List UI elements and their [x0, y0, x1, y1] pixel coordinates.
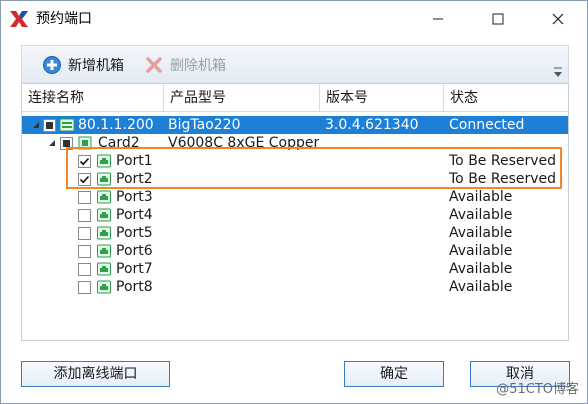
- port-icon: [97, 280, 111, 294]
- port-status: Available: [449, 225, 513, 241]
- port-icon: [97, 262, 111, 276]
- add-circle-icon: [43, 56, 61, 74]
- add-offline-port-button[interactable]: 添加离线端口: [21, 361, 170, 387]
- minimize-icon: [433, 18, 443, 20]
- port-checkbox[interactable]: [78, 281, 91, 294]
- grid-header: 连接名称 产品型号 版本号 状态: [22, 84, 568, 112]
- port-name: Port7: [116, 261, 153, 277]
- port-checkbox[interactable]: [78, 227, 91, 240]
- port-row[interactable]: Port1 To Be Reserved: [22, 152, 568, 170]
- port-name: Port8: [116, 279, 153, 295]
- column-header-product-model[interactable]: 产品型号: [164, 84, 320, 112]
- port-checkbox[interactable]: [78, 191, 91, 204]
- port-row[interactable]: Port3 Available: [22, 188, 568, 206]
- port-status: Available: [449, 189, 513, 205]
- chassis-model: BigTao220: [168, 117, 241, 133]
- add-chassis-label: 新增机箱: [68, 58, 124, 74]
- port-status: Available: [449, 279, 513, 295]
- port-name: Port2: [116, 171, 153, 187]
- port-checkbox[interactable]: [78, 209, 91, 222]
- port-icon: [97, 154, 111, 168]
- card-name: Card2: [98, 135, 140, 151]
- card-model: V6008C 8xGE Copper: [168, 135, 320, 151]
- column-header-status[interactable]: 状态: [444, 84, 568, 112]
- reserve-ports-dialog: 预约端口 新增机箱 删除机箱 连接名称 产品型号 版本号 状态 80.1.1.2…: [0, 0, 588, 404]
- title-bar: 预约端口: [1, 1, 587, 37]
- port-name: Port1: [116, 153, 153, 169]
- card-checkbox[interactable]: [60, 137, 73, 150]
- checkmark-icon: [79, 175, 90, 184]
- chassis-row[interactable]: 80.1.1.200 BigTao220 3.0.4.621340 Connec…: [22, 116, 568, 134]
- toolbar-overflow-icon[interactable]: [553, 66, 563, 80]
- column-header-connection-name[interactable]: 连接名称: [22, 84, 164, 112]
- port-name: Port4: [116, 207, 153, 223]
- port-row[interactable]: Port2 To Be Reserved: [22, 170, 568, 188]
- port-row[interactable]: Port5 Available: [22, 224, 568, 242]
- port-icon: [97, 190, 111, 204]
- card-row[interactable]: Card2 V6008C 8xGE Copper: [22, 134, 568, 152]
- column-header-version[interactable]: 版本号: [320, 84, 444, 112]
- app-logo-icon: [10, 11, 28, 27]
- port-checkbox[interactable]: [78, 263, 91, 276]
- toolbar: 新增机箱 删除机箱: [21, 45, 569, 83]
- window-title: 预约端口: [36, 11, 92, 27]
- port-icon: [97, 208, 111, 222]
- port-status: Available: [449, 243, 513, 259]
- delete-x-icon: [146, 57, 162, 73]
- port-icon: [97, 226, 111, 240]
- watermark: @51CTO博客: [496, 382, 579, 397]
- port-status: Available: [449, 207, 513, 223]
- port-checkbox[interactable]: [78, 173, 91, 186]
- port-icon: [97, 172, 111, 186]
- collapse-arrow-icon[interactable]: [47, 138, 57, 148]
- chassis-icon: [59, 118, 75, 132]
- chassis-name: 80.1.1.200: [78, 117, 154, 133]
- port-checkbox[interactable]: [78, 155, 91, 168]
- port-row[interactable]: Port7 Available: [22, 260, 568, 278]
- chassis-checkbox[interactable]: [43, 119, 56, 132]
- chassis-version: 3.0.4.621340: [325, 117, 419, 133]
- port-status: To Be Reserved: [449, 171, 557, 187]
- chassis-status: Connected: [449, 117, 525, 133]
- collapse-arrow-icon[interactable]: [31, 120, 41, 130]
- maximize-button[interactable]: [475, 1, 521, 37]
- delete-chassis-label: 删除机箱: [170, 58, 226, 74]
- card-icon: [78, 136, 92, 150]
- port-row[interactable]: Port8 Available: [22, 278, 568, 296]
- port-status: Available: [449, 261, 513, 277]
- port-name: Port6: [116, 243, 153, 259]
- ports-tree-grid: 连接名称 产品型号 版本号 状态 80.1.1.200 BigTao220 3.…: [21, 83, 569, 341]
- checkmark-icon: [79, 157, 90, 166]
- ok-button[interactable]: 确定: [344, 361, 444, 387]
- port-status: To Be Reserved: [449, 153, 557, 169]
- close-button[interactable]: [535, 1, 581, 37]
- port-row[interactable]: Port4 Available: [22, 206, 568, 224]
- delete-chassis-button[interactable]: 删除机箱: [144, 54, 226, 76]
- maximize-icon: [492, 13, 504, 25]
- port-checkbox[interactable]: [78, 245, 91, 258]
- minimize-button[interactable]: [415, 1, 461, 37]
- close-icon: [552, 13, 564, 25]
- add-chassis-button[interactable]: 新增机箱: [42, 54, 124, 76]
- port-name: Port5: [116, 225, 153, 241]
- port-row[interactable]: Port6 Available: [22, 242, 568, 260]
- port-icon: [97, 244, 111, 258]
- port-name: Port3: [116, 189, 153, 205]
